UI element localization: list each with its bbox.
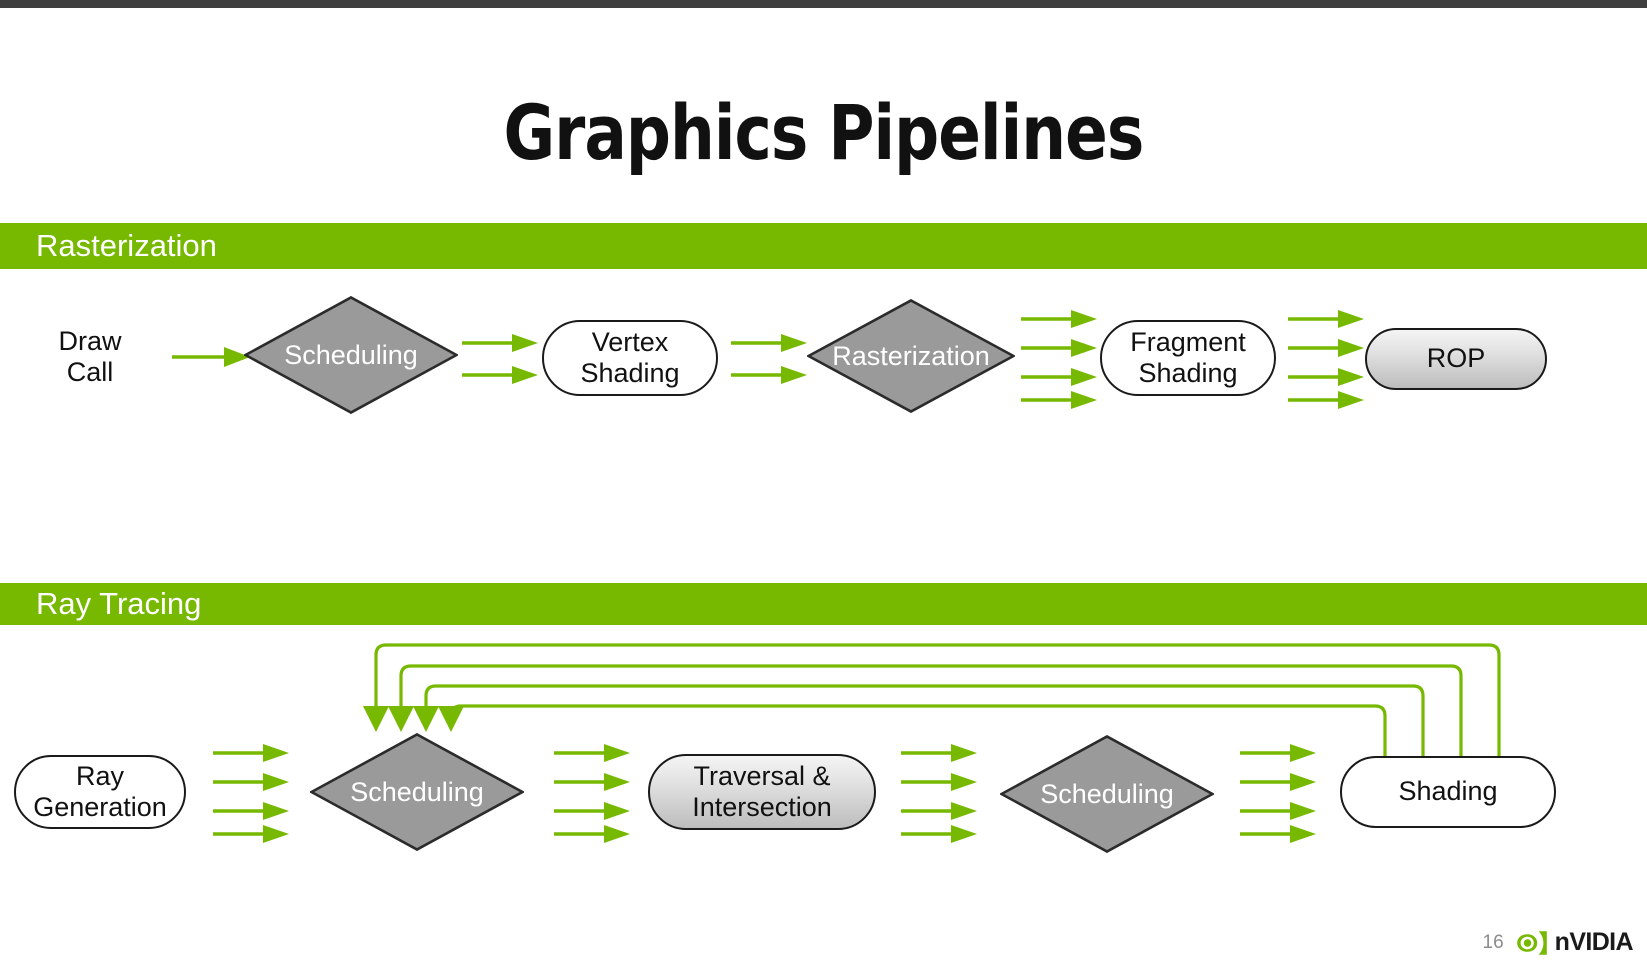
connector-traversal-to-scheduling [901, 744, 979, 843]
connector-scheduling-to-traversal [554, 744, 632, 843]
node-traversal-intersection[interactable]: Traversal & Intersection [648, 754, 876, 830]
connector-scheduling-to-shading [1240, 744, 1318, 843]
nvidia-wordmark-prefix: n [1554, 928, 1570, 956]
nvidia-wordmark-rest: VIDIA [1569, 928, 1633, 956]
slide-canvas: Graphics Pipelines Rasterization Draw Ca… [0, 0, 1647, 971]
node-ray-generation-label: Ray Generation [33, 760, 167, 822]
node-scheduling-raytracing-1-label: Scheduling [350, 776, 484, 807]
slide-footer: 16 nVIDIA [1483, 928, 1634, 957]
node-shading-label: Shading [1398, 776, 1498, 807]
node-scheduling-raytracing-2-label: Scheduling [1040, 778, 1174, 809]
nvidia-logo: nVIDIA [1515, 928, 1634, 957]
page-number: 16 [1482, 931, 1504, 953]
connector-ray-generation-to-scheduling [213, 744, 291, 843]
nvidia-eye-icon [1516, 930, 1547, 955]
node-scheduling-raytracing-2[interactable]: Scheduling [1000, 735, 1214, 853]
node-shading[interactable]: Shading [1340, 756, 1556, 828]
node-ray-generation[interactable]: Ray Generation [14, 755, 186, 829]
node-traversal-intersection-label: Traversal & Intersection [692, 760, 832, 822]
node-scheduling-raytracing-1[interactable]: Scheduling [310, 733, 524, 851]
nvidia-wordmark: nVIDIA [1554, 928, 1634, 957]
